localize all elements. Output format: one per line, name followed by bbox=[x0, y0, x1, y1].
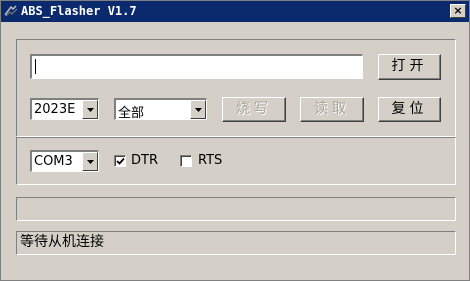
title-bar[interactable]: ABS_Flasher V1.7 × bbox=[1, 1, 469, 22]
open-button-label: 打开 bbox=[391, 58, 428, 74]
burn-button[interactable]: 烧写 bbox=[222, 97, 286, 122]
reset-button-label: 复位 bbox=[391, 101, 428, 117]
rts-checkbox[interactable] bbox=[180, 155, 192, 167]
main-window: ABS_Flasher V1.7 × 打开 2023E 全部 烧写 读取 复位 … bbox=[0, 0, 470, 281]
close-button[interactable]: × bbox=[450, 4, 466, 18]
port-select[interactable]: COM3 bbox=[30, 150, 99, 172]
close-icon: × bbox=[453, 4, 463, 17]
mode-dropdown-button[interactable] bbox=[190, 100, 206, 119]
reset-button[interactable]: 复位 bbox=[378, 97, 441, 122]
rts-label[interactable]: RTS bbox=[198, 153, 222, 168]
chevron-down-icon bbox=[87, 160, 94, 164]
read-button-label: 读取 bbox=[314, 101, 350, 117]
port-dropdown-button[interactable] bbox=[82, 152, 98, 171]
window-title: ABS_Flasher V1.7 bbox=[21, 4, 137, 18]
read-button[interactable]: 读取 bbox=[300, 97, 364, 122]
burn-button-label: 烧写 bbox=[236, 101, 272, 117]
checkmark-icon bbox=[116, 157, 125, 165]
app-icon bbox=[4, 5, 18, 17]
text-caret bbox=[35, 59, 36, 74]
year-dropdown-button[interactable] bbox=[82, 100, 98, 119]
status-text: 等待从机连接 bbox=[20, 234, 104, 250]
year-select-value: 2023E bbox=[34, 102, 76, 117]
mode-select-value: 全部 bbox=[118, 106, 145, 121]
dtr-checkbox[interactable] bbox=[114, 155, 126, 167]
mode-select[interactable]: 全部 bbox=[114, 98, 207, 121]
port-select-value: COM3 bbox=[34, 154, 73, 169]
file-path-input[interactable] bbox=[30, 54, 363, 79]
chevron-down-icon bbox=[87, 108, 94, 112]
dtr-label[interactable]: DTR bbox=[131, 153, 158, 168]
status-bar: 等待从机连接 bbox=[16, 231, 456, 255]
progress-bar bbox=[16, 197, 456, 221]
open-button[interactable]: 打开 bbox=[378, 54, 441, 80]
chevron-down-icon bbox=[195, 108, 202, 112]
year-select[interactable]: 2023E bbox=[30, 98, 99, 120]
